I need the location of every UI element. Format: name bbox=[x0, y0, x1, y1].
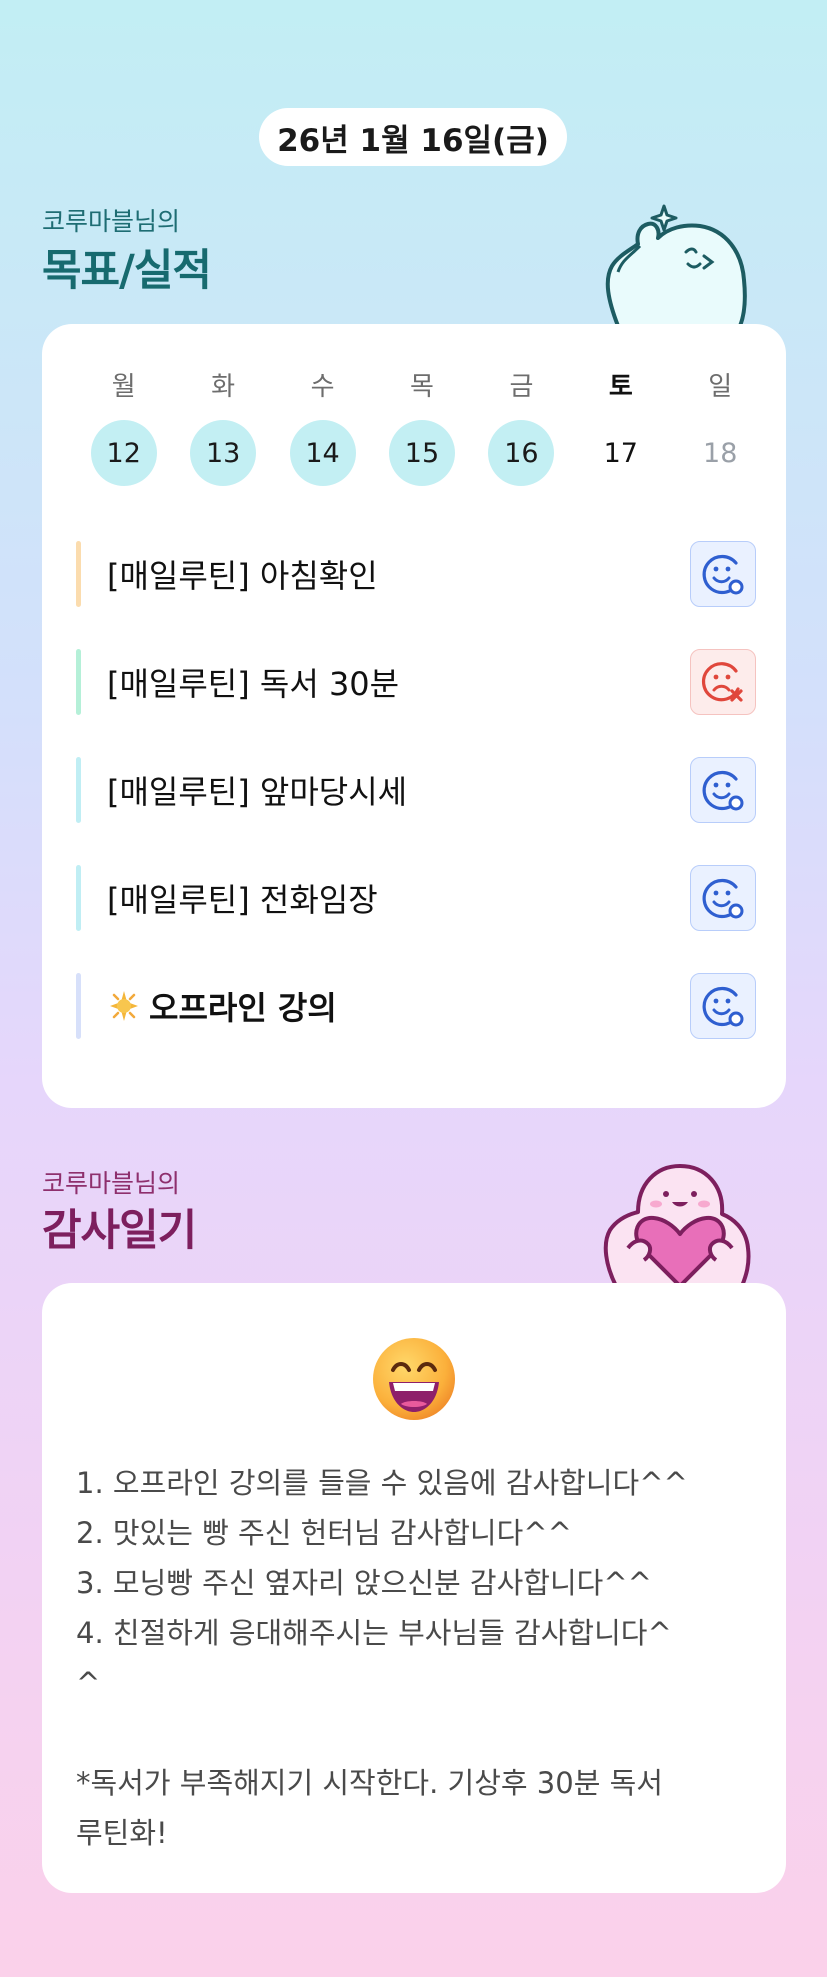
weekday-label: 월 bbox=[111, 372, 136, 402]
gratitude-subtitle: 코루마블님의 bbox=[42, 1169, 181, 1198]
goal-color-bar bbox=[76, 757, 81, 823]
gratitude-card: 1. 오프라인 강의를 들을 수 있음에 감사합니다^^ 2. 맛있는 빵 주신… bbox=[42, 1283, 786, 1893]
day-number[interactable]: 17 bbox=[588, 420, 654, 486]
goals-subtitle: 코루마블님의 bbox=[42, 207, 181, 236]
smile-check-icon bbox=[702, 878, 744, 919]
weekday-label: 금 bbox=[509, 372, 534, 402]
mascot-waving-illustration bbox=[605, 204, 747, 326]
goal-row[interactable]: [매일루틴] 전화임장 bbox=[76, 865, 756, 931]
goal-label: [매일루틴] 아침확인 bbox=[107, 557, 378, 595]
diary-line: 1. 오프라인 강의를 들을 수 있음에 감사합니다^^ bbox=[76, 1466, 688, 1500]
goal-label: 오프라인 강의 bbox=[149, 989, 337, 1027]
day-wed[interactable]: 수 14 bbox=[273, 370, 372, 486]
goal-label-wrap: 오프라인 강의 bbox=[107, 983, 690, 1029]
day-number[interactable]: 12 bbox=[90, 420, 157, 486]
day-mon[interactable]: 월 12 bbox=[74, 370, 173, 486]
smile-check-icon bbox=[702, 770, 744, 811]
status-success-button[interactable] bbox=[690, 973, 756, 1039]
date-pill[interactable]: 26년 1월 16일(금) bbox=[259, 108, 567, 166]
goal-label: [매일루틴] 앞마당시세 bbox=[107, 773, 408, 811]
status-success-button[interactable] bbox=[690, 757, 756, 823]
goal-row[interactable]: 오프라인 강의 bbox=[76, 973, 756, 1039]
goal-color-bar bbox=[76, 865, 81, 931]
goal-label: [매일루틴] 전화임장 bbox=[107, 881, 378, 919]
goal-row[interactable]: [매일루틴] 독서 30분 bbox=[76, 649, 756, 715]
diary-blank-line bbox=[76, 1708, 756, 1758]
sparkle-icon bbox=[110, 991, 138, 1021]
smile-check-icon bbox=[702, 986, 744, 1027]
goals-title: 목표/실적 bbox=[42, 246, 212, 296]
sad-x-icon bbox=[701, 662, 743, 702]
gratitude-title: 감사일기 bbox=[42, 1206, 197, 1256]
day-number[interactable]: 14 bbox=[289, 420, 356, 486]
day-sun[interactable]: 일 18 bbox=[671, 370, 770, 486]
diary-line: *독서가 부족해지기 시작한다. 기상후 30분 독서 bbox=[76, 1766, 663, 1800]
diary-line: 4. 친절하게 응대해주시는 부사님들 감사합니다^ bbox=[76, 1616, 672, 1650]
day-number[interactable]: 18 bbox=[687, 420, 753, 486]
day-thu[interactable]: 목 15 bbox=[372, 370, 471, 486]
weekday-label: 수 bbox=[310, 372, 335, 402]
gratitude-text: 1. 오프라인 강의를 들을 수 있음에 감사합니다^^ 2. 맛있는 빵 주신… bbox=[76, 1458, 756, 1858]
day-sat[interactable]: 토 17 bbox=[571, 370, 670, 486]
weekday-label: 토 bbox=[608, 372, 633, 402]
diary-line: 2. 맛있는 빵 주신 헌터님 감사합니다^^ bbox=[76, 1516, 572, 1550]
goal-label: [매일루틴] 독서 30분 bbox=[107, 665, 400, 703]
mascot-heart-illustration bbox=[603, 1164, 751, 1286]
grinning-face-icon bbox=[373, 1338, 455, 1420]
goal-row[interactable]: [매일루틴] 아침확인 bbox=[76, 541, 756, 607]
weekday-label: 일 bbox=[708, 372, 733, 402]
day-number[interactable]: 15 bbox=[388, 420, 455, 486]
diary-line: 3. 모닝빵 주신 옆자리 앉으신분 감사합니다^^ bbox=[76, 1566, 652, 1600]
diary-line: ^ bbox=[76, 1666, 101, 1700]
weekday-label: 화 bbox=[211, 372, 236, 402]
goal-color-bar bbox=[76, 541, 81, 607]
status-success-button[interactable] bbox=[690, 541, 756, 607]
day-fri[interactable]: 금 16 bbox=[472, 370, 571, 486]
status-success-button[interactable] bbox=[690, 865, 756, 931]
day-number[interactable]: 13 bbox=[190, 420, 257, 486]
goals-card: 월 12 화 13 수 14 목 15 금 16 토 17 일 18 [매일루틴… bbox=[42, 324, 786, 1108]
goal-row[interactable]: [매일루틴] 앞마당시세 bbox=[76, 757, 756, 823]
weekday-label: 목 bbox=[410, 372, 434, 402]
week-calendar: 월 12 화 13 수 14 목 15 금 16 토 17 일 18 bbox=[74, 370, 770, 486]
day-number[interactable]: 16 bbox=[488, 420, 555, 486]
goal-color-bar bbox=[76, 649, 81, 715]
status-fail-button[interactable] bbox=[690, 649, 756, 715]
day-tue[interactable]: 화 13 bbox=[173, 370, 272, 486]
diary-line: 루틴화! bbox=[76, 1816, 168, 1850]
goal-color-bar bbox=[76, 973, 81, 1039]
smile-check-icon bbox=[702, 554, 744, 595]
